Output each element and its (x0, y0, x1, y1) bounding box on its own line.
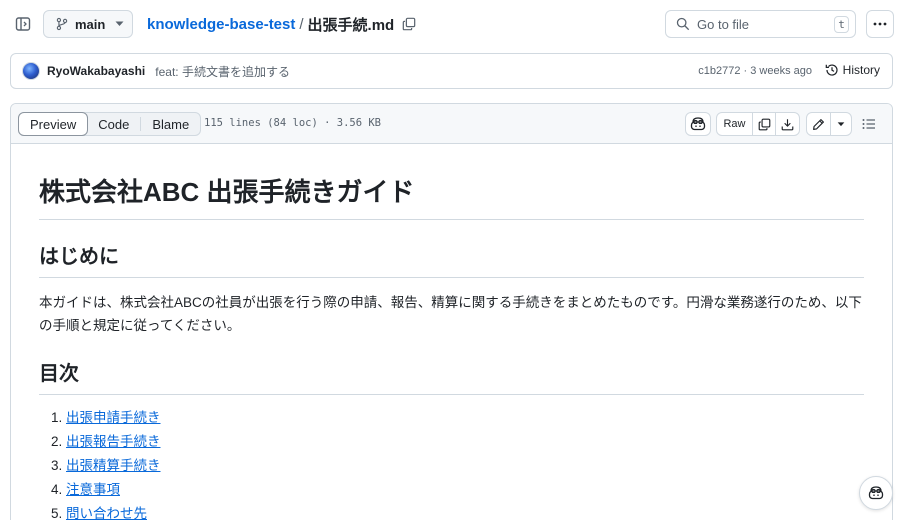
git-branch-icon (55, 17, 69, 31)
toc-link-report[interactable]: 出張報告手続き (66, 434, 161, 449)
chevron-down-icon (115, 21, 124, 27)
commit-hash-link[interactable]: c1b2772 (698, 65, 740, 77)
intro-paragraph: 本ガイドは、株式会社ABCの社員が出張を行う際の申請、報告、精算に関する手続きを… (39, 295, 862, 333)
raw-label: Raw (723, 118, 746, 130)
keyboard-shortcut-hint: t (834, 16, 849, 33)
history-label: History (842, 63, 880, 77)
go-to-file-input[interactable]: Go to file t (665, 10, 856, 38)
avatar[interactable] (22, 62, 40, 80)
copilot-icon (690, 117, 706, 131)
outline-button[interactable] (858, 112, 880, 136)
commit-meta: c1b2772 · 3 weeks ago (698, 65, 812, 77)
copilot-icon (868, 486, 884, 500)
history-button[interactable]: History (825, 63, 880, 77)
view-mode-tabs: Preview Code Blame (18, 112, 202, 136)
edit-button-group (806, 112, 852, 136)
list-item: 出張精算手続き (66, 454, 864, 478)
intro-heading: はじめに (39, 240, 864, 278)
breadcrumb-file-name: 出張手続.md (307, 16, 395, 34)
document-title: 株式会社ABC 出張手続きガイド (39, 172, 864, 220)
sidebar-toggle-icon (15, 16, 31, 32)
toc-list: 出張申請手続き 出張報告手続き 出張精算手続き 注意事項 問い合わせ先 (39, 406, 864, 520)
sidebar-toggle-button[interactable] (10, 11, 36, 37)
commit-meta-separator: · (740, 65, 751, 77)
tab-preview[interactable]: Preview (18, 112, 89, 136)
chevron-down-icon (837, 121, 845, 127)
commit-time: 3 weeks ago (750, 65, 812, 77)
branch-label: main (75, 16, 106, 32)
breadcrumb-separator: / (299, 15, 304, 33)
toc-link-application[interactable]: 出張申請手続き (66, 410, 161, 425)
kebab-horizontal-icon (873, 22, 887, 26)
commit-author-link[interactable]: RyoWakabayashi (47, 64, 145, 78)
edit-options-dropdown[interactable] (831, 113, 851, 135)
commit-message-link[interactable]: feat: 手続文書を追加する (155, 63, 290, 80)
raw-copy-download-group: Raw (716, 112, 800, 136)
list-item: 注意事項 (66, 478, 864, 502)
file-stats: 115 lines (84 loc) · 3.56 KB (204, 117, 382, 129)
copilot-chat-button[interactable] (859, 476, 893, 510)
toc-link-contact[interactable]: 問い合わせ先 (66, 506, 147, 520)
copilot-button[interactable] (685, 112, 711, 136)
edit-file-button[interactable] (807, 113, 831, 135)
go-to-file-placeholder: Go to file (697, 16, 750, 32)
copy-path-button[interactable] (400, 15, 418, 33)
breadcrumb-repo-link[interactable]: knowledge-base-test (147, 16, 295, 33)
tab-blame[interactable]: Blame (141, 113, 200, 135)
download-icon (781, 118, 794, 131)
download-button[interactable] (776, 113, 799, 135)
list-item: 出張申請手続き (66, 406, 864, 430)
toc-link-notes[interactable]: 注意事項 (66, 482, 120, 497)
file-viewer: Preview Code Blame 115 lines (84 loc) · … (10, 103, 893, 520)
tab-code[interactable]: Code (87, 113, 140, 135)
pencil-icon (812, 118, 825, 131)
markdown-preview: 株式会社ABC 出張手続きガイド はじめに 本ガイドは、株式会社ABCの社員が出… (11, 172, 892, 520)
history-icon (825, 63, 839, 77)
breadcrumb: knowledge-base-test / 出張手続.md (147, 13, 418, 35)
more-options-button[interactable] (866, 10, 894, 38)
list-unordered-icon (862, 118, 876, 130)
toc-heading: 目次 (39, 357, 864, 395)
copy-icon (402, 17, 416, 31)
search-icon (676, 17, 690, 31)
branch-selector-button[interactable]: main (43, 10, 133, 38)
latest-commit-bar: RyoWakabayashi feat: 手続文書を追加する c1b2772 ·… (10, 53, 893, 89)
copy-raw-button[interactable] (753, 113, 776, 135)
top-bar: main knowledge-base-test / 出張手続.md Go to… (0, 0, 900, 48)
copy-icon (758, 118, 771, 131)
list-item: 問い合わせ先 (66, 502, 864, 520)
toc-link-settlement[interactable]: 出張精算手続き (66, 458, 161, 473)
raw-button[interactable]: Raw (717, 113, 753, 135)
file-header: Preview Code Blame 115 lines (84 loc) · … (11, 104, 892, 144)
list-item: 出張報告手続き (66, 430, 864, 454)
